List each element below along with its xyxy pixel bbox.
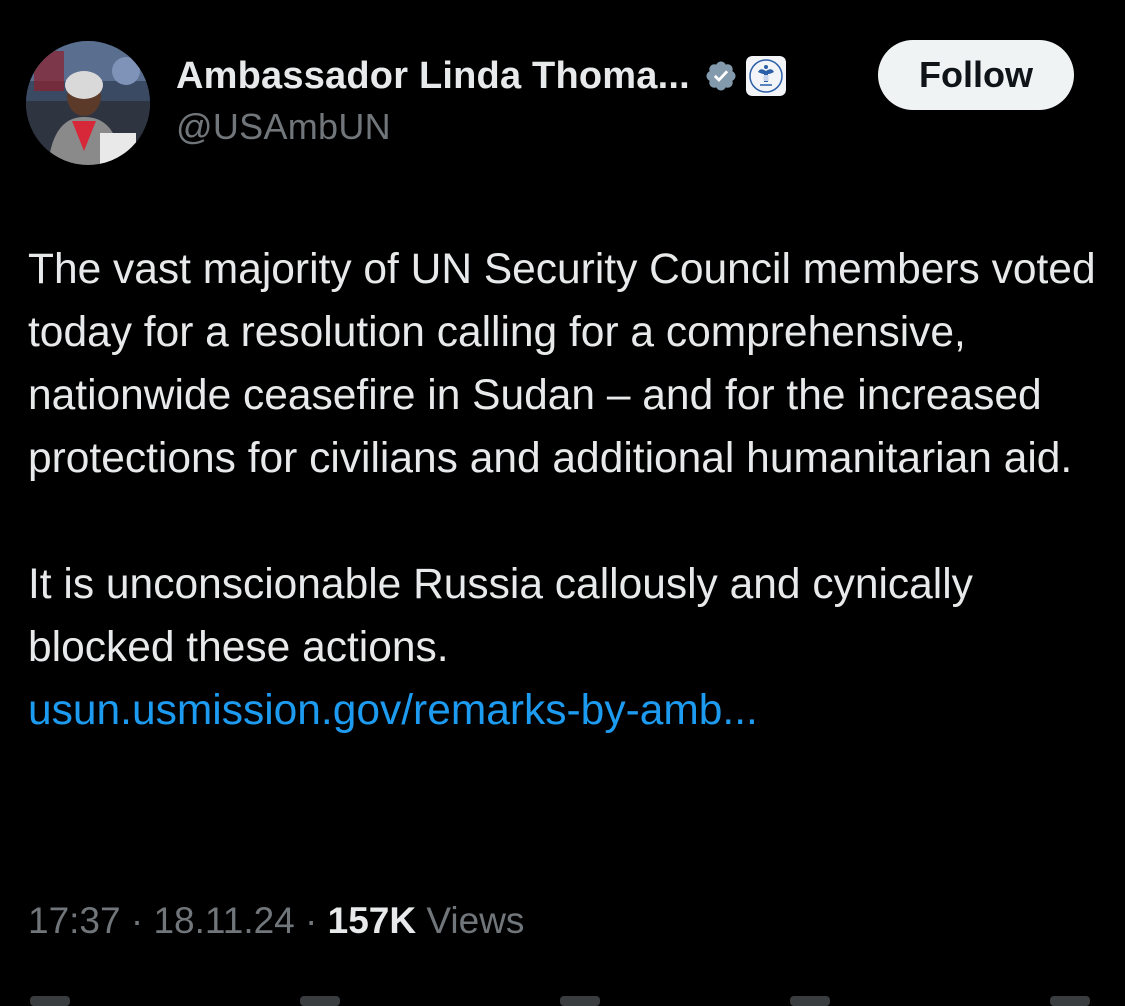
tweet-meta: 17:37 · 18.11.24 · 157K Views xyxy=(28,900,524,942)
meta-separator: · xyxy=(305,900,318,941)
us-seal-icon[interactable] xyxy=(745,56,786,96)
tweet-date[interactable]: 18.11.24 xyxy=(153,900,294,941)
action-bar-partial xyxy=(0,990,1125,1006)
like-icon[interactable] xyxy=(560,996,600,1006)
tweet-paragraph-1: The vast majority of UN Security Council… xyxy=(28,246,1096,482)
author-handle[interactable]: @USAmbUN xyxy=(176,106,786,148)
verified-badge-icon xyxy=(706,61,736,91)
views-count: 157K xyxy=(327,900,417,941)
repost-icon[interactable] xyxy=(300,996,340,1006)
tweet-paragraph-2: It is unconscionable Russia callously an… xyxy=(28,553,1108,742)
name-row: Ambassador Linda Thoma... xyxy=(176,52,786,100)
author-avatar[interactable] xyxy=(26,41,150,165)
tweet-paragraph-2-text: It is unconscionable Russia callously an… xyxy=(28,561,973,671)
meta-separator: · xyxy=(130,900,144,941)
author-info: Ambassador Linda Thoma... @USAmbUN xyxy=(176,52,786,148)
follow-button[interactable]: Follow xyxy=(878,40,1074,110)
tweet-text: The vast majority of UN Security Council… xyxy=(28,238,1108,742)
tweet-time[interactable]: 17:37 xyxy=(28,900,121,941)
views-label: Views xyxy=(426,900,525,941)
share-icon[interactable] xyxy=(1050,996,1090,1006)
tweet-link[interactable]: usun.usmission.gov/remarks-by-amb... xyxy=(28,687,758,734)
reply-icon[interactable] xyxy=(30,996,70,1006)
author-display-name[interactable]: Ambassador Linda Thoma... xyxy=(176,55,690,98)
bookmark-icon[interactable] xyxy=(790,996,830,1006)
tweet-card: Ambassador Linda Thoma... @USAmbUN Follo… xyxy=(0,0,1125,1006)
